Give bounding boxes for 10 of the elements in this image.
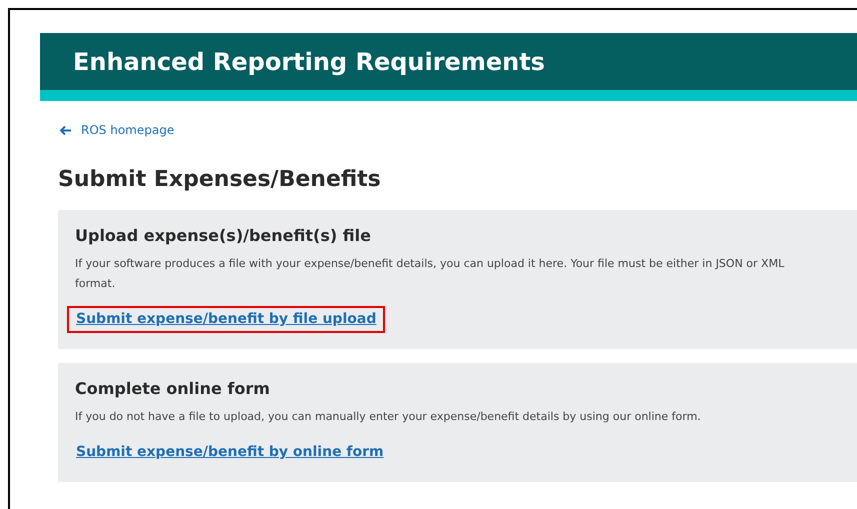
card-title: Complete online form	[75, 378, 271, 400]
submit-link[interactable]: Submit expense/benefit by file upload	[67, 306, 386, 333]
page-heading: Submit Expenses/Benefits	[58, 166, 382, 194]
header-title: Enhanced Reporting Requirements	[73, 46, 545, 78]
card-description: If you do not have a file to upload, you can manually enter your expense/benefit details by using our online form.	[75, 409, 702, 425]
card-title: Upload expense(s)/benefit(s) file	[75, 225, 372, 247]
left-arrow-icon	[60, 126, 71, 134]
card-description: If your software produces a file with your expense/benefit details, you can upload it here. Your file must be either in JSON or XML format.	[75, 256, 786, 292]
submit-link[interactable]: Submit expense/benefit by online form	[67, 439, 393, 466]
back-link[interactable]: ROS homepage	[81, 121, 174, 139]
